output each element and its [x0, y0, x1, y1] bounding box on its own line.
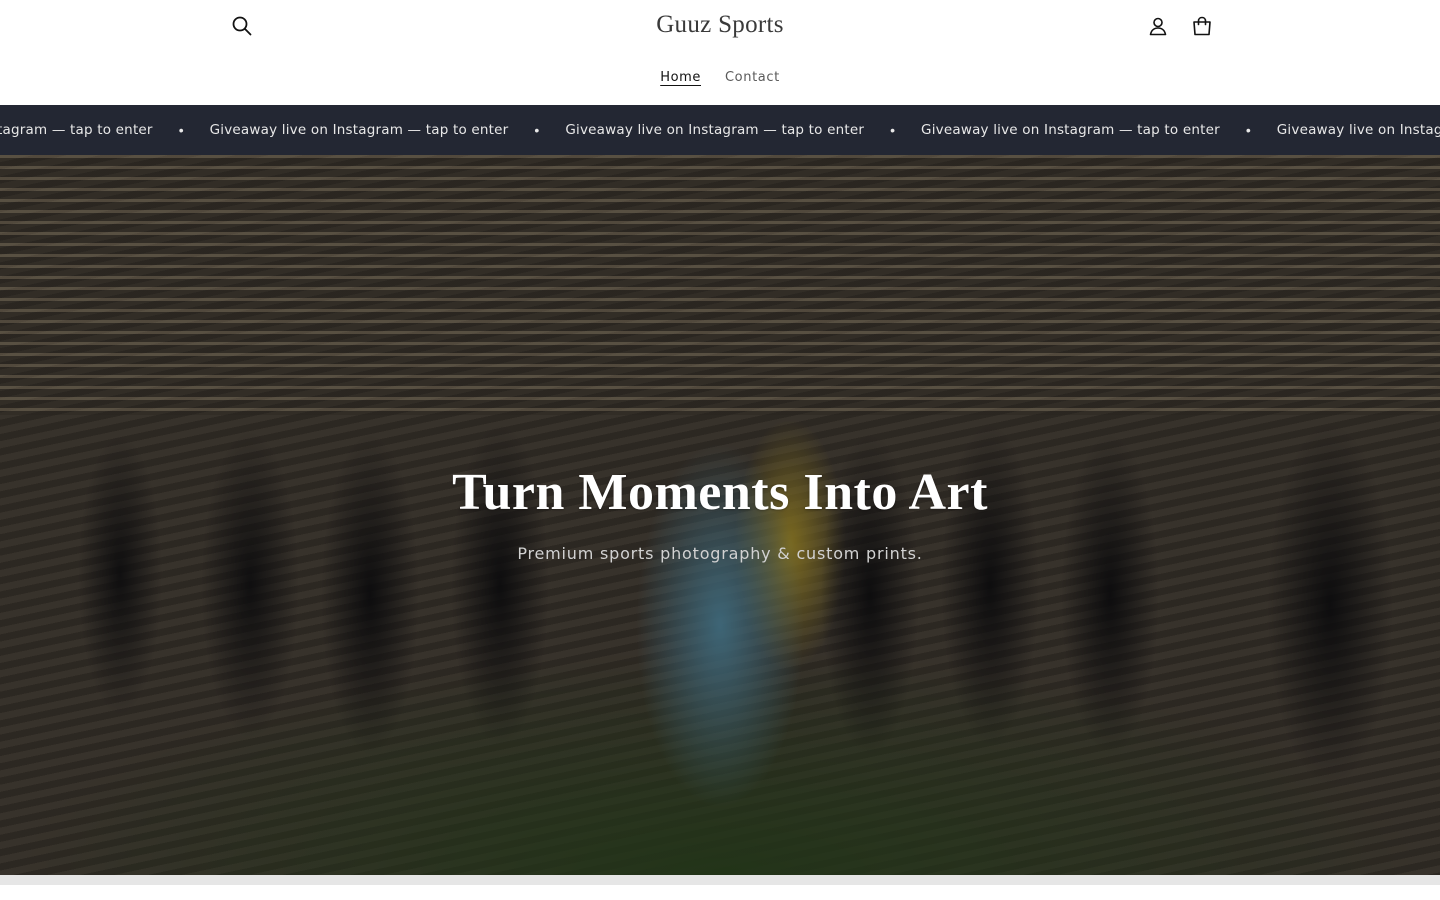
- announcement-item[interactable]: Giveaway live on Instagram — tap to ente…: [210, 122, 509, 138]
- user-icon: [1149, 17, 1167, 36]
- nav-item-home[interactable]: Home: [660, 68, 701, 87]
- announcement-item[interactable]: Giveaway live on Instagram — tap to ente…: [1277, 122, 1440, 138]
- cart-icon: [1193, 16, 1211, 36]
- announcement-separator: •: [1245, 122, 1251, 138]
- cart-button[interactable]: [1184, 8, 1220, 44]
- hero-image-players: [0, 355, 1440, 795]
- account-button[interactable]: [1140, 8, 1176, 44]
- announcement-separator: •: [178, 122, 184, 138]
- announcement-track: ive on Instagram — tap to enter • Giveaw…: [0, 105, 1440, 155]
- site-header: Guuz Sports Home Contact: [0, 0, 1440, 105]
- nav-item-contact[interactable]: Contact: [725, 68, 780, 87]
- main-nav: Home Contact: [0, 68, 1440, 87]
- announcement-bar: ive on Instagram — tap to enter • Giveaw…: [0, 105, 1440, 155]
- hero-banner: Turn Moments Into Art Premium sports pho…: [0, 155, 1440, 875]
- site-logo-link[interactable]: Guuz Sports: [656, 11, 784, 38]
- section-divider: [0, 875, 1440, 885]
- hero-title: Turn Moments Into Art: [452, 464, 988, 521]
- search-button[interactable]: [224, 8, 260, 44]
- announcement-separator: •: [890, 122, 896, 138]
- announcement-separator: •: [534, 122, 540, 138]
- announcement-item[interactable]: ive on Instagram — tap to enter: [0, 122, 153, 138]
- search-icon: [232, 16, 252, 36]
- announcement-item[interactable]: Giveaway live on Instagram — tap to ente…: [565, 122, 864, 138]
- announcement-item[interactable]: Giveaway live on Instagram — tap to ente…: [921, 122, 1220, 138]
- hero-subtitle: Premium sports photography & custom prin…: [517, 544, 923, 563]
- site-logo: Guuz Sports: [0, 11, 1440, 39]
